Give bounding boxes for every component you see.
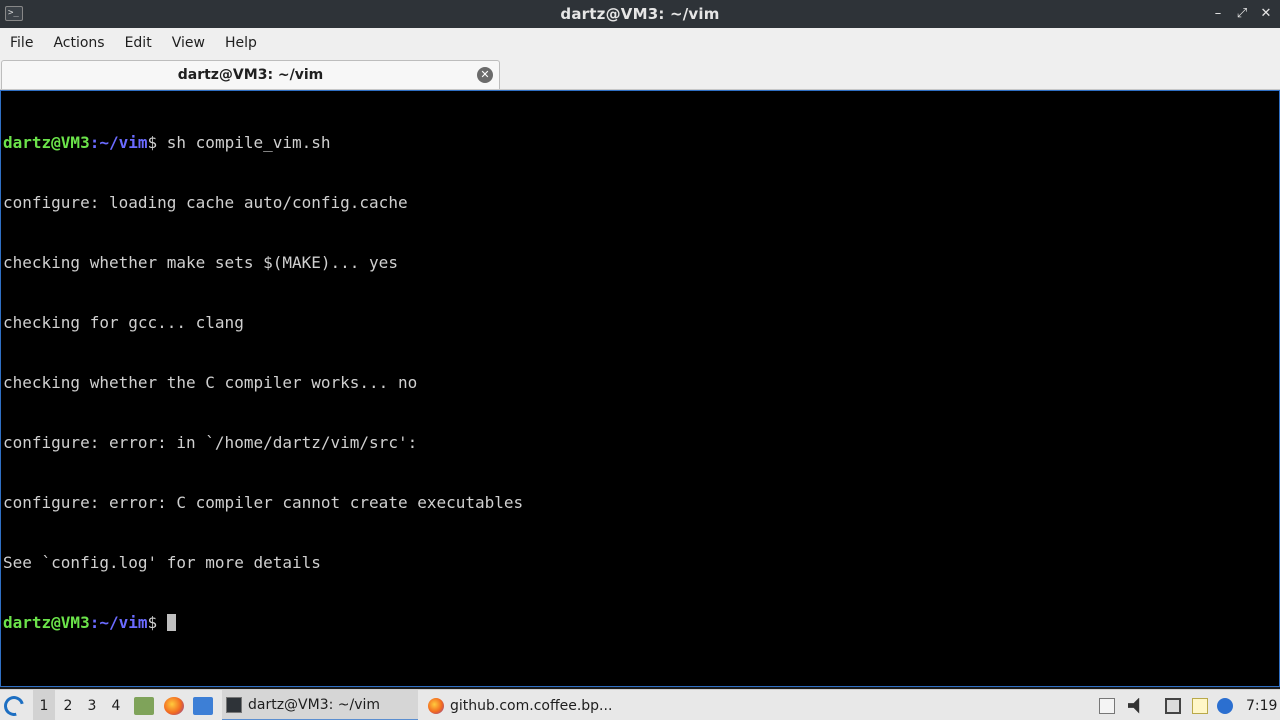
clipboard-icon — [1192, 697, 1208, 714]
menu-file[interactable]: File — [2, 35, 41, 51]
menu-bar: File Actions Edit View Help — [0, 28, 1280, 58]
terminal-output-line: checking whether make sets $(MAKE)... ye… — [3, 253, 398, 272]
chevron-up-icon — [1099, 697, 1115, 714]
volume-button[interactable] — [1128, 690, 1144, 720]
terminal-frame: dartz@VM3:~/vim$ sh compile_vim.sh confi… — [0, 90, 1280, 687]
terminal-output-line: See `config.log' for more details — [3, 553, 321, 572]
tab-bar: dartz@VM3: ~/vim ✕ — [0, 58, 1280, 90]
task-label: dartz@VM3: ~/vim — [248, 696, 381, 713]
lubuntu-logo-icon — [0, 691, 28, 720]
file-manager-launcher[interactable] — [134, 690, 154, 720]
task-terminal[interactable]: dartz@VM3: ~/vim — [222, 690, 418, 720]
menu-view[interactable]: View — [164, 35, 213, 51]
prompt-user: dartz@VM3 — [3, 133, 90, 152]
firefox-icon — [164, 696, 184, 715]
window-title: dartz@VM3: ~/vim — [560, 5, 720, 23]
tab-close-icon[interactable]: ✕ — [477, 67, 493, 83]
terminal-output-line: checking whether the C compiler works...… — [3, 373, 418, 392]
tray-scroll-button[interactable] — [1099, 690, 1115, 720]
window-titlebar[interactable]: >_ dartz@VM3: ~/vim – ⤢ ✕ — [0, 0, 1280, 28]
clock[interactable]: 7:19 — [1246, 690, 1277, 720]
task-firefox[interactable]: github.com.coffee.bp... — [424, 690, 620, 720]
network-icon — [1165, 697, 1181, 714]
clipboard-button[interactable] — [1192, 690, 1208, 720]
updates-button[interactable] — [1217, 690, 1233, 720]
taskbar: 1 2 3 4 dartz@VM3: ~/vim github.com.coff… — [0, 689, 1280, 720]
maximize-button[interactable]: ⤢ — [1234, 6, 1250, 22]
text-cursor — [166, 614, 176, 631]
terminal-app-icon: >_ — [5, 6, 23, 21]
terminal-prompt-line: dartz@VM3:~/vim$ — [3, 613, 1277, 633]
info-icon — [1217, 697, 1233, 714]
menu-edit[interactable]: Edit — [117, 35, 160, 51]
network-button[interactable] — [1165, 690, 1181, 720]
firefox-launcher[interactable] — [164, 690, 184, 720]
firefox-icon — [428, 697, 444, 714]
tab-label: dartz@VM3: ~/vim — [177, 67, 324, 83]
menu-actions[interactable]: Actions — [45, 35, 112, 51]
speaker-icon — [1128, 697, 1140, 714]
close-button[interactable]: ✕ — [1258, 6, 1274, 22]
terminal-output-line: configure: loading cache auto/config.cac… — [3, 193, 408, 212]
terminal-output-line: configure: error: C compiler cannot crea… — [3, 493, 524, 512]
window-controls: – ⤢ ✕ — [1210, 0, 1274, 28]
task-label: github.com.coffee.bp... — [450, 697, 613, 714]
terminal-output-line: configure: error: in `/home/dartz/vim/sr… — [3, 433, 418, 452]
tab-terminal[interactable]: dartz@VM3: ~/vim ✕ — [1, 60, 500, 89]
file-manager-icon — [134, 696, 154, 715]
desktop-icon — [193, 696, 213, 715]
terminal-output-line: checking for gcc... clang — [3, 313, 244, 332]
prompt-user: dartz@VM3 — [3, 613, 90, 632]
prompt-path: :~/vim — [89, 133, 148, 152]
desktop-3-button[interactable]: 3 — [81, 690, 103, 720]
prompt-symbol: $ — [147, 133, 158, 152]
terminal-view[interactable]: dartz@VM3:~/vim$ sh compile_vim.sh confi… — [1, 91, 1279, 686]
show-desktop-launcher[interactable] — [193, 690, 213, 720]
terminal-command-line: dartz@VM3:~/vim$ sh compile_vim.sh — [3, 133, 1277, 153]
desktop-1-button[interactable]: 1 — [33, 690, 55, 720]
menu-help[interactable]: Help — [217, 35, 265, 51]
desktop-2-button[interactable]: 2 — [57, 690, 79, 720]
terminal-icon — [226, 696, 242, 713]
start-menu-button[interactable] — [0, 690, 28, 720]
command-text: sh compile_vim.sh — [157, 133, 331, 152]
prompt-symbol: $ — [147, 613, 158, 632]
desktop-4-button[interactable]: 4 — [105, 690, 127, 720]
minimize-button[interactable]: – — [1210, 6, 1226, 22]
prompt-path: :~/vim — [89, 613, 148, 632]
